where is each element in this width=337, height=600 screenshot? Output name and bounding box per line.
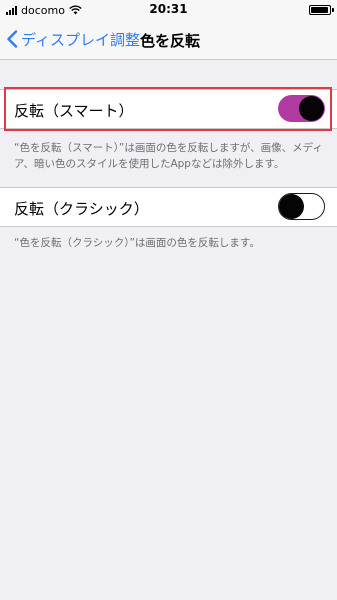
smart-invert-toggle[interactable]	[278, 95, 325, 122]
classic-invert-description: “色を反転（クラシック）”は画面の色を反転します。	[14, 237, 260, 249]
smart-invert-description: “色を反転（スマート）”は画面の色を反転しますが、画像、メディア、暗い色のスタイ…	[14, 142, 323, 170]
toggle-knob	[299, 96, 324, 121]
chevron-left-icon	[7, 30, 18, 48]
smart-invert-row[interactable]: 反転（スマート）	[0, 89, 337, 129]
navigation-bar: ディスプレイ調整 色を反転	[0, 20, 337, 60]
battery-icon	[309, 5, 334, 15]
classic-invert-row[interactable]: 反転（クラシック）	[0, 187, 337, 227]
status-time: 20:31	[149, 2, 188, 16]
back-button[interactable]: ディスプレイ調整	[6, 28, 140, 50]
classic-invert-toggle[interactable]	[278, 193, 325, 220]
classic-invert-label: 反転（クラシック）	[14, 200, 149, 218]
status-bar: docomo 20:31	[0, 0, 337, 20]
back-button-label: ディスプレイ調整	[21, 30, 140, 49]
smart-invert-label: 反転（スマート）	[14, 102, 134, 120]
page-title: 色を反転	[140, 32, 201, 50]
toggle-knob	[279, 194, 304, 219]
